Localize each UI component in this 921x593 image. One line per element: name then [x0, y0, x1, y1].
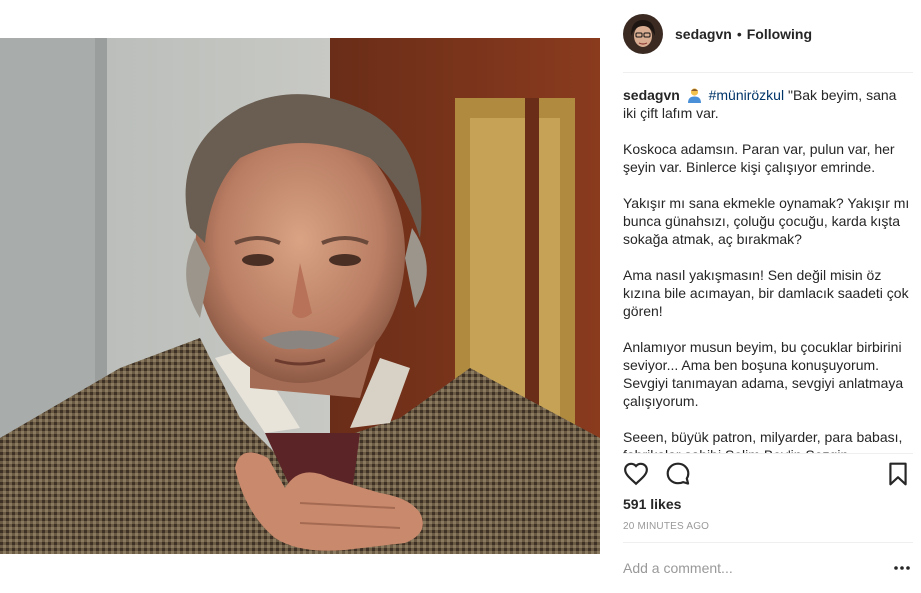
post-sidebar: sedagvn • Following sedagvn #münirözkul … [601, 0, 921, 593]
header-separator: • [736, 26, 742, 42]
comment-input[interactable] [623, 556, 873, 580]
save-button[interactable] [885, 461, 913, 489]
caption: sedagvn #münirözkul "Bak beyim, sana iki… [623, 86, 913, 453]
caption-divider [623, 453, 913, 454]
photo-image [0, 38, 600, 554]
comment-button[interactable] [665, 461, 693, 489]
caption-text: "Bak beyim, sana iki çift lafım var. Kos… [623, 87, 910, 453]
more-options-button[interactable] [891, 560, 913, 576]
post-timestamp[interactable]: 20 minutes ago [623, 521, 709, 532]
header-divider [623, 72, 913, 73]
post-photo[interactable] [0, 38, 600, 554]
avatar-image [623, 14, 663, 54]
caption-username[interactable]: sedagvn [623, 87, 680, 103]
avatar[interactable] [623, 14, 663, 54]
comment-divider [623, 542, 913, 543]
action-bar [623, 461, 913, 491]
speech-bubble-icon [666, 462, 690, 485]
heart-outline-icon [624, 462, 648, 486]
likes-count[interactable]: 591 likes [623, 496, 681, 512]
person-emoji-icon [686, 87, 703, 103]
comment-form [623, 556, 913, 580]
bookmark-icon [889, 462, 907, 486]
follow-status-button[interactable]: Following [747, 26, 812, 42]
ellipsis-icon [894, 566, 910, 570]
post-header: sedagvn • Following [623, 13, 812, 55]
header-username[interactable]: sedagvn [675, 26, 732, 42]
caption-hashtag[interactable]: #münirözkul [709, 87, 784, 103]
like-button[interactable] [623, 461, 651, 489]
